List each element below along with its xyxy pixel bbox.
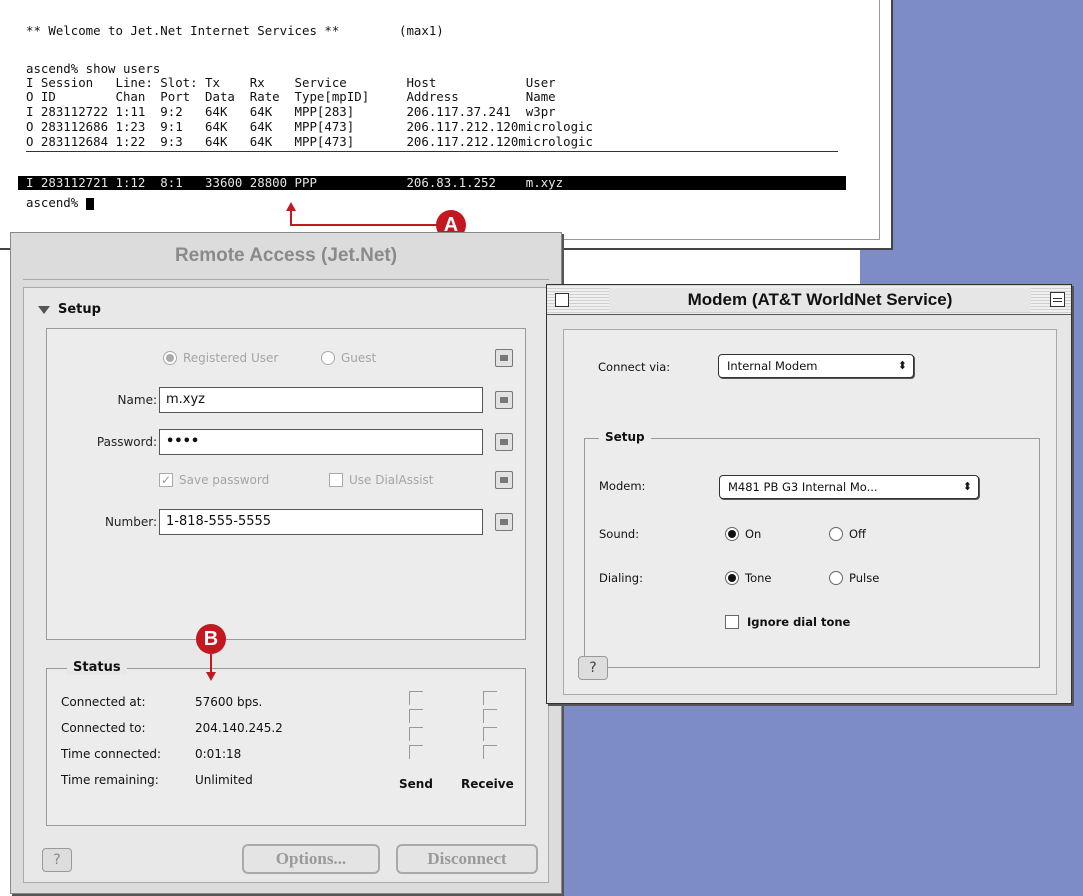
callout-b: B	[196, 624, 226, 654]
sound-off-radio[interactable]	[829, 527, 843, 541]
modem-value: M481 PB G3 Internal Mo...	[728, 480, 878, 494]
text-cursor	[85, 197, 94, 210]
status-group: Status Connected at: 57600 bps. Connecte…	[46, 660, 526, 826]
connect-via-value: Internal Modem	[727, 359, 818, 373]
setup-label: Setup	[58, 302, 101, 317]
remote-access-window: Remote Access (Jet.Net) Setup Registered…	[10, 232, 562, 894]
modem-body: Connect via: Internal Modem ⬍ Setup Mode…	[563, 329, 1057, 695]
terminal-content: ** Welcome to Jet.Net Internet Services …	[14, 0, 880, 240]
connected-at-value: 57600 bps.	[195, 695, 263, 709]
name-field[interactable]: m.xyz	[159, 387, 483, 413]
popup-arrows-icon: ⬍	[962, 480, 972, 493]
disclosure-triangle-icon[interactable]	[38, 305, 50, 314]
save-password-label: Save password	[179, 473, 270, 487]
name-label: Name:	[117, 393, 157, 407]
ignore-dial-tone-checkbox[interactable]	[725, 615, 739, 629]
dialing-tone-label: Tone	[745, 571, 772, 585]
connect-via-label: Connect via:	[598, 360, 671, 374]
terminal-row-highlighted: I 283112721 1:12 8:1 33600 28800 PPP 206…	[18, 176, 846, 190]
receive-activity-meter	[483, 691, 497, 763]
receive-label: Receive	[461, 777, 514, 791]
options-button[interactable]: Options...	[242, 844, 380, 874]
remote-access-body: Setup Registered User Guest Name: m.xyz …	[23, 287, 549, 883]
save-password-checkbox[interactable]: ✓	[159, 473, 173, 487]
modem-window: Modem (AT&T WorldNet Service) Connect vi…	[546, 284, 1072, 704]
guest-radio[interactable]	[321, 351, 335, 365]
terminal-prompt[interactable]: ascend%	[26, 196, 94, 210]
status-label: Status	[67, 660, 127, 675]
number-label: Number:	[104, 515, 157, 529]
modem-titlebar[interactable]: Modem (AT&T WorldNet Service)	[547, 285, 1071, 315]
popup-arrows-icon: ⬍	[897, 359, 907, 372]
desktop-background-lower	[560, 700, 860, 896]
terminal-row: O 283112686 1:23 9:1 64K 64K MPP[473] 20…	[26, 119, 593, 134]
lock-icon[interactable]	[495, 513, 513, 531]
setup-group: Registered User Guest Name: m.xyz Passwo…	[46, 328, 526, 640]
send-label: Send	[399, 777, 433, 791]
sound-on-label: On	[745, 527, 762, 541]
time-connected-value: 0:01:18	[195, 747, 242, 761]
time-connected-label: Time connected:	[61, 747, 162, 761]
dialing-pulse-radio[interactable]	[829, 571, 843, 585]
callout-b-line	[210, 654, 212, 674]
dialing-label: Dialing:	[599, 571, 643, 585]
modem-setup-group: Setup Modem: M481 PB G3 Internal Mo... ⬍…	[584, 430, 1040, 668]
lock-icon[interactable]	[495, 471, 513, 489]
sound-on-radio[interactable]	[725, 527, 739, 541]
sound-label: Sound:	[599, 527, 640, 541]
use-dialassist-checkbox[interactable]	[329, 473, 343, 487]
terminal-row: I 283112722 1:11 9:2 64K 64K MPP[283] 20…	[26, 104, 556, 119]
terminal-row: O 283112684 1:22 9:3 64K 64K MPP[473] 20…	[26, 134, 593, 149]
close-box-icon[interactable]	[555, 293, 569, 307]
terminal-divider	[26, 151, 838, 152]
lock-icon[interactable]	[495, 349, 513, 367]
disconnect-button[interactable]: Disconnect	[396, 844, 538, 874]
zoom-box-icon[interactable]	[1050, 292, 1065, 307]
terminal-command: ascend% show users	[26, 61, 161, 76]
help-button[interactable]: ?	[42, 848, 72, 872]
terminal-header-1: I Session Line: Slot: Tx Rx Service Host…	[26, 75, 556, 90]
guest-label: Guest	[341, 351, 377, 365]
setup-disclosure[interactable]: Setup	[38, 302, 101, 317]
time-remaining-label: Time remaining:	[61, 773, 159, 787]
connected-to-label: Connected to:	[61, 721, 146, 735]
dialing-pulse-label: Pulse	[849, 571, 880, 585]
password-field[interactable]: ••••	[159, 429, 483, 455]
terminal-header-2: O ID Chan Port Data Rate Type[mpID] Addr…	[26, 89, 556, 104]
time-remaining-value: Unlimited	[195, 773, 253, 787]
callout-b-arrowhead	[206, 672, 216, 681]
sound-off-label: Off	[849, 527, 866, 541]
password-label: Password:	[96, 435, 157, 449]
connected-at-label: Connected at:	[61, 695, 146, 709]
number-field[interactable]: 1-818-555-5555	[159, 509, 483, 535]
ignore-dial-tone-label: Ignore dial tone	[747, 615, 851, 629]
callout-a-line-horizontal	[290, 224, 438, 226]
registered-user-radio[interactable]	[163, 351, 177, 365]
remote-access-title[interactable]: Remote Access (Jet.Net)	[11, 233, 561, 279]
terminal-welcome: ** Welcome to Jet.Net Internet Services …	[26, 23, 444, 38]
use-dialassist-label: Use DialAssist	[349, 473, 434, 487]
connected-to-value: 204.140.245.2	[195, 721, 283, 735]
modem-setup-label: Setup	[599, 430, 651, 444]
modem-title: Modem (AT&T WorldNet Service)	[609, 288, 1031, 312]
lock-icon[interactable]	[495, 391, 513, 409]
modem-select[interactable]: M481 PB G3 Internal Mo... ⬍	[719, 475, 979, 499]
connect-via-select[interactable]: Internal Modem ⬍	[718, 354, 914, 378]
help-button[interactable]: ?	[578, 656, 608, 680]
lock-icon[interactable]	[495, 433, 513, 451]
title-divider	[23, 279, 549, 280]
modem-label: Modem:	[599, 479, 646, 493]
registered-user-label: Registered User	[183, 351, 279, 365]
send-activity-meter	[409, 691, 423, 763]
dialing-tone-radio[interactable]	[725, 571, 739, 585]
